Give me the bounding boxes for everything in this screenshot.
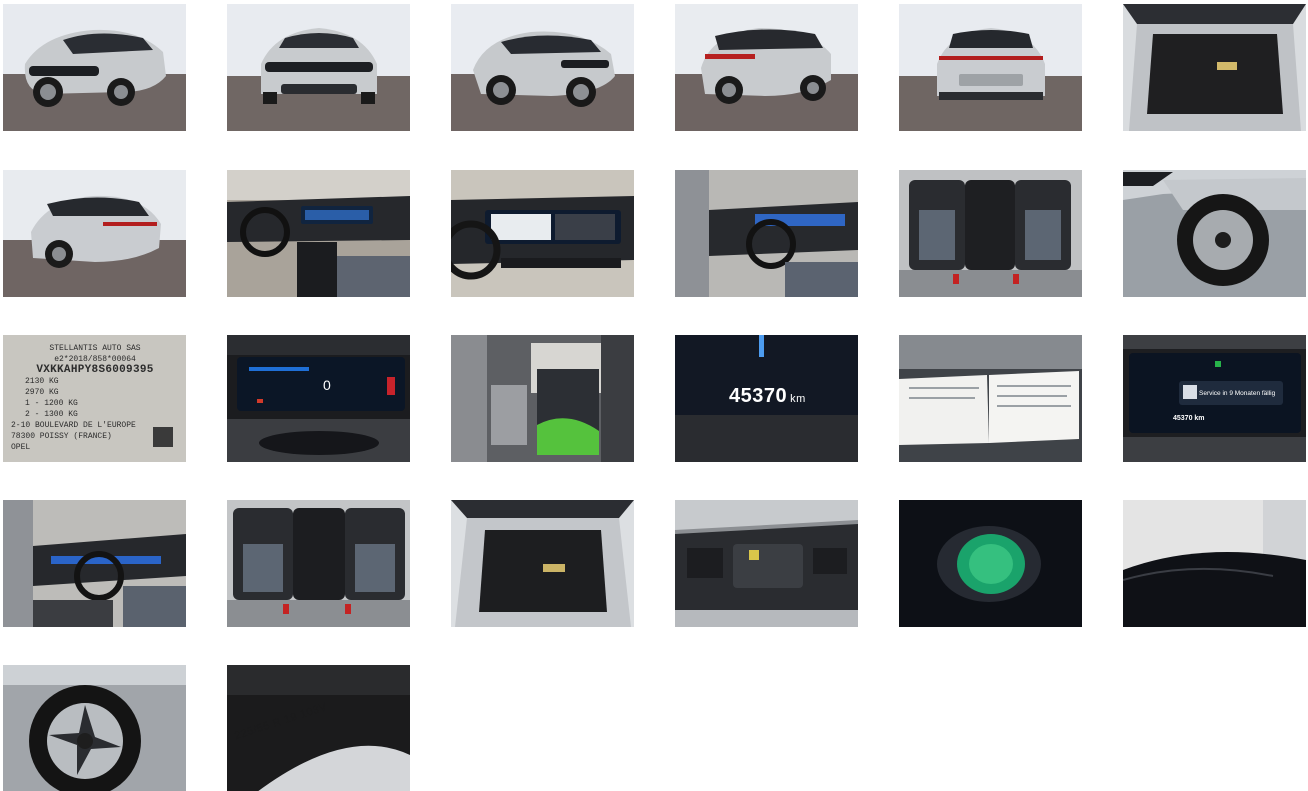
gallery-thumb-odometer[interactable]: 45370 km [675,335,858,462]
gallery-thumb-service-message[interactable]: Service in 9 Monaten fällig 45370 km [1123,335,1306,462]
car-photo [451,4,634,131]
gallery-thumb-exterior-rear-three-quarter[interactable] [675,4,858,131]
vin-brand: OPEL [11,443,31,452]
gallery-thumb-trunk-open[interactable] [1123,4,1306,131]
gallery-thumb-trunk-open-2[interactable] [451,500,634,627]
car-photo [1123,4,1306,131]
vin-weight-3: 1 - 1200 KG [25,399,78,408]
gallery-thumb-alloy-wheel[interactable] [3,665,186,791]
vin-weight-1: 2130 KG [25,377,59,386]
cluster-speed: 0 [323,377,331,393]
gallery-thumb-rear-seats[interactable] [899,170,1082,297]
gallery-thumb-charging-cable-bag[interactable] [899,500,1082,627]
gallery-thumb-roof-black[interactable] [1123,500,1306,627]
gallery-thumb-exterior-front[interactable] [227,4,410,131]
vin-address-2: 78300 POISSY (FRANCE) [11,432,112,441]
odometer-unit: km [790,393,806,405]
vin-maker: STELLANTIS AUTO SAS [49,344,141,353]
cluster-photo [227,335,410,462]
gallery-thumb-interior-driver-door[interactable] [675,170,858,297]
service-odometer: 45370 km [1173,415,1205,422]
car-photo [3,665,186,791]
gallery-thumb-instrument-cluster[interactable]: 0 [227,335,410,462]
vin-number: VXKKAHPY8S6009395 [36,364,154,376]
car-photo [899,170,1082,297]
gallery-thumb-engine-bay[interactable] [675,500,858,627]
vin-address-1: 2-10 BOULEVARD DE L'EUROPE [11,421,136,430]
vin-plate-text: STELLANTIS AUTO SAS e2*2018/858*00064 VX… [11,343,179,453]
car-photo [1123,500,1306,627]
gallery-thumb-rear-seats-2[interactable] [227,500,410,627]
gallery-thumb-exterior-rear[interactable] [899,4,1082,131]
gallery-thumb-vin-plate[interactable]: STELLANTIS AUTO SAS e2*2018/858*00064 VX… [3,335,186,462]
vin-weight-4: 2 - 1300 KG [25,410,78,419]
gallery-thumb-service-book[interactable] [899,335,1082,462]
odometer-reading: 45370 km [729,385,806,408]
gallery-thumb-exterior-side-front[interactable] [451,4,634,131]
vin-weight-2: 2970 KG [25,388,59,397]
gallery-thumb-infotainment-screen[interactable] [451,170,634,297]
gallery-thumb-interior-dashboard[interactable] [227,170,410,297]
car-photo [227,170,410,297]
car-photo [3,500,186,627]
car-photo [451,170,634,297]
gallery-thumb-front-wheel[interactable] [1123,170,1306,297]
cable-bag-photo [899,500,1082,627]
odometer-value: 45370 [729,385,788,407]
gallery-thumb-tyre-sidewall[interactable]: 225/55 R 19 103V [227,665,410,791]
car-photo [3,170,186,297]
gallery-thumb-exterior-front-three-quarter[interactable] [3,4,186,131]
car-photo [1123,170,1306,297]
car-photo [675,170,858,297]
car-photo [675,4,858,131]
gallery-thumb-exterior-rear-left[interactable] [3,170,186,297]
car-photo [3,4,186,131]
car-photo [899,4,1082,131]
photo-gallery: STELLANTIS AUTO SAS e2*2018/858*00064 VX… [0,0,1308,791]
service-message: Service in 9 Monaten fällig [1199,390,1276,397]
car-photo [227,4,410,131]
gallery-thumb-manuals[interactable] [451,335,634,462]
gallery-thumb-interior-driver-seat[interactable] [3,500,186,627]
service-book-photo [899,335,1082,462]
car-photo [451,500,634,627]
service-screen-photo [1123,335,1306,462]
manuals-photo [451,335,634,462]
car-photo [227,500,410,627]
car-photo [675,500,858,627]
